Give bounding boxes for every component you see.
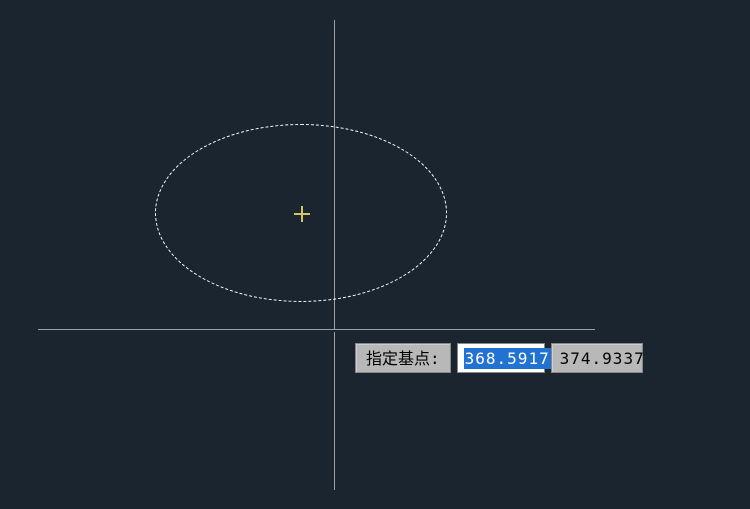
x-coordinate-input[interactable]: 368.5917 bbox=[457, 343, 545, 373]
drawing-canvas[interactable]: 指定基点: 368.5917 374.9337 bbox=[0, 0, 750, 509]
y-coordinate-value: 374.9337 bbox=[560, 349, 645, 368]
command-prompt-label: 指定基点: bbox=[355, 343, 451, 373]
dynamic-input-panel: 指定基点: 368.5917 374.9337 bbox=[355, 343, 643, 373]
selected-ellipse-shape[interactable] bbox=[155, 124, 447, 302]
cursor-crosshair-vertical-bottom bbox=[334, 332, 335, 490]
cursor-crosshair-horizontal-right bbox=[335, 329, 595, 330]
cursor-crosshair-horizontal-left bbox=[38, 329, 371, 330]
y-coordinate-input[interactable]: 374.9337 bbox=[551, 343, 643, 373]
x-coordinate-value: 368.5917 bbox=[464, 348, 551, 369]
